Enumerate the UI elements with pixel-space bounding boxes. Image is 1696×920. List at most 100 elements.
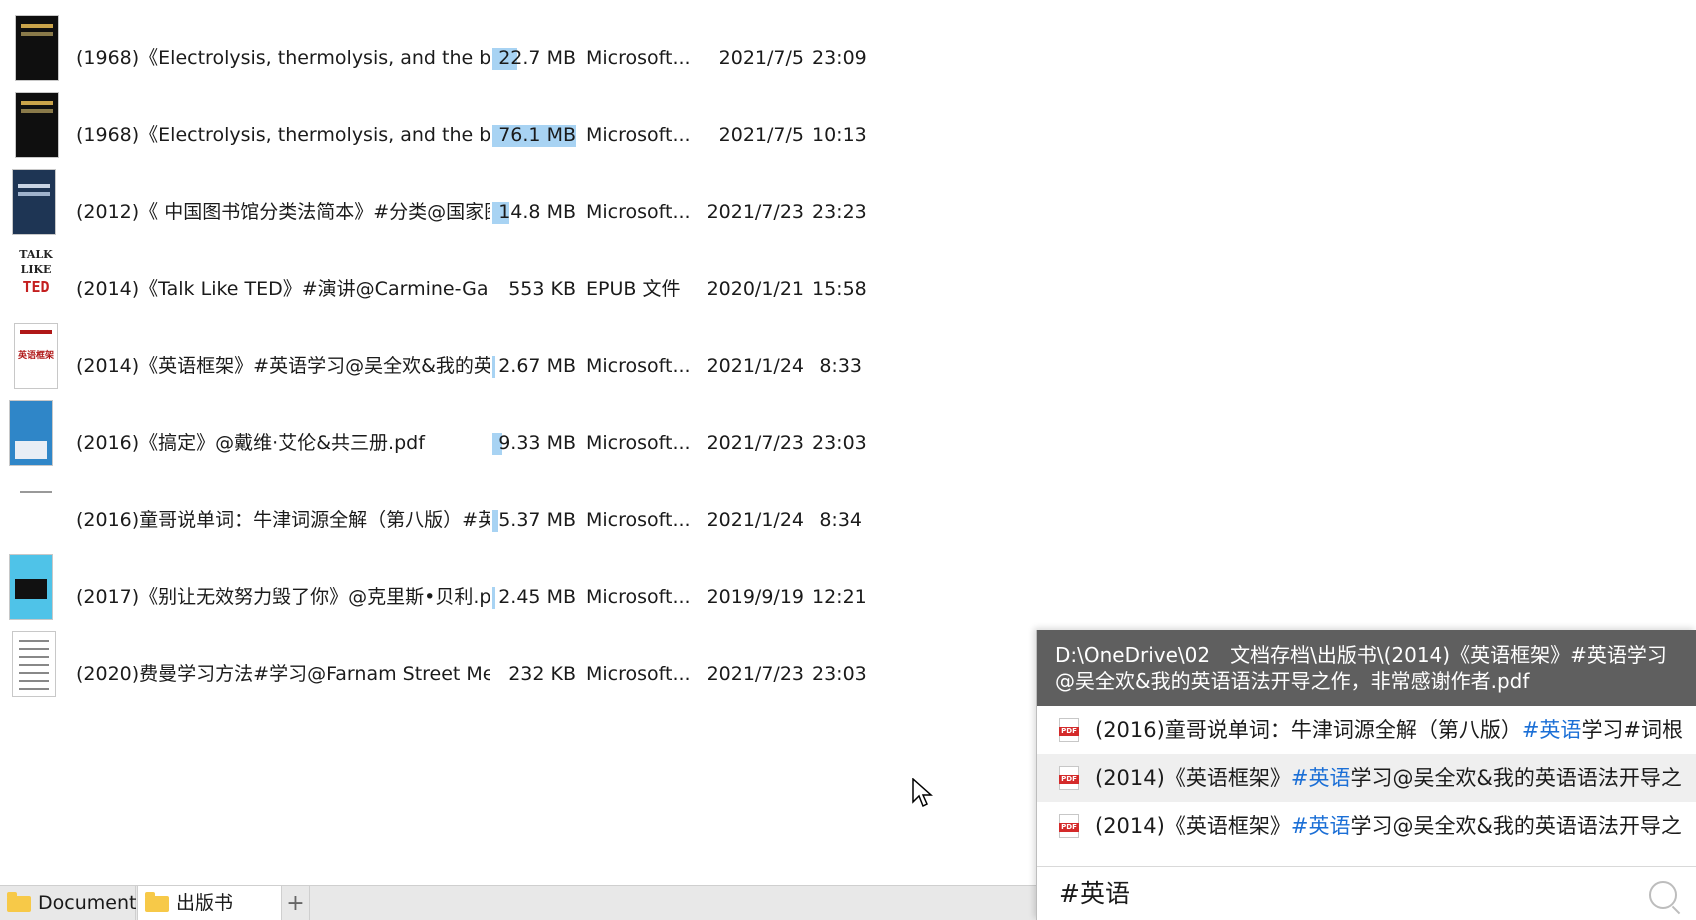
file-type: Microsoft... [586,355,691,377]
file-size: 2.45 MB [498,586,576,608]
add-tab-button[interactable]: + [282,886,310,920]
path-tooltip: D:\OneDrive\02 文档存档\出版书\(2014)《英语框架》#英语学… [1037,630,1696,706]
file-time: 8:34 [819,509,862,531]
file-size: 22.7 MB [498,47,576,69]
file-type: EPUB 文件 [586,278,681,300]
file-type: Microsoft... [586,586,691,608]
mouse-cursor-icon [912,778,933,808]
thumb-decoration [19,648,49,650]
file-date: 2021/7/5 [718,124,804,146]
file-time: 23:03 [812,432,867,454]
file-date: 2020/1/21 [706,278,804,300]
file-name: (2014)《Talk Like TED》#演讲@Carmine-Gallo..… [76,278,490,300]
pdf-icon [1059,814,1079,838]
search-result-item[interactable]: (2016)童哥说单词：牛津词源全解（第八版）#英语学习#词根 [1037,706,1696,754]
file-thumbnail [12,631,56,697]
file-thumbnail: 英语框架 [14,323,58,389]
search-popup: D:\OneDrive\02 文档存档\出版书\(2014)《英语框架》#英语学… [1036,630,1696,920]
tab-label: 出版书 [176,892,234,914]
file-name: (2012)《 中国图书馆分类法简本》#分类@国家图... [76,201,490,223]
file-type: Microsoft... [586,124,691,146]
search-result-item[interactable]: (2014)《英语框架》#英语学习@吴全欢&我的英语语法开导之 [1037,754,1696,802]
thumb-decoration [18,184,50,188]
thumb-decoration [20,491,52,493]
file-time: 8:33 [819,355,862,377]
file-row[interactable]: (1968)《Electrolysis, thermolysis, and th… [0,87,900,164]
file-name: (1968)《Electrolysis, thermolysis, and th… [76,124,490,146]
thumb-decoration [21,32,53,36]
thumb-title-text: LIKE [20,263,52,276]
thumb-decoration [19,688,49,690]
thumb-title-text: TED [22,278,50,296]
file-thumbnail [15,15,59,81]
file-name: (2014)《英语框架》#英语学习@吴全欢&我的英... [76,355,490,377]
thumb-decoration [19,664,49,666]
pdf-icon [1059,718,1079,742]
tab-strip: Documents 出版书 + [0,885,1036,920]
thumb-decoration [19,640,49,642]
thumb-decoration [21,24,53,28]
file-row[interactable]: (2017)《别让无效努力毁了你》@克里斯•贝利.pdf 2.45 MB Micro… [0,549,900,626]
file-type: Microsoft... [586,663,691,685]
search-input[interactable]: #英语 [1037,866,1696,920]
file-thumbnail [14,477,58,543]
result-match: #英语 [1521,718,1582,742]
file-date: 2021/7/23 [706,432,804,454]
folder-icon [7,892,31,912]
search-query: #英语 [1059,879,1130,908]
pdf-icon [1059,766,1079,790]
file-row[interactable]: (2012)《 中国图书馆分类法简本》#分类@国家图... 14.8 MB Micr… [0,164,900,241]
file-size: 5.37 MB [498,509,576,531]
path-line: D:\OneDrive\02 文档存档\出版书\(2014)《英语框架》#英语学… [1055,643,1667,667]
result-text: 学习@吴全欢&我的英语语法开导之 [1350,766,1682,790]
search-result-item[interactable]: (2014)《英语框架》#英语学习@吴全欢&我的英语语法开导之 [1037,802,1696,850]
result-match: #英语 [1290,766,1351,790]
thumb-title-text: 英语框架 [17,351,54,361]
file-name: (2017)《别让无效努力毁了你》@克里斯•贝利.pdf [76,586,490,608]
file-time: 23:23 [812,201,867,223]
file-time: 23:03 [812,663,867,685]
thumb-decoration [19,680,49,682]
thumb-title-text: TALK [19,248,53,261]
file-size: 14.8 MB [498,201,576,223]
file-row[interactable]: TALK LIKE TED (2014)《Talk Like TED》#演讲@Carm… [0,241,900,318]
thumb-decoration [19,656,49,658]
thumb-decoration [21,101,53,105]
file-thumbnail [15,92,59,158]
thumb-decoration [21,109,53,113]
file-size: 553 KB [508,278,576,300]
result-text: 学习@吴全欢&我的英语语法开导之 [1350,814,1682,838]
result-match: #英语 [1290,814,1351,838]
file-row[interactable]: (2016)童哥说单词：牛津词源全解（第八版）#英... 5.37 MB Micro… [0,472,900,549]
file-thumbnail [12,169,56,235]
file-row[interactable]: (2020)费曼学习方法#学习@Farnam Street Medi... 232… [0,626,900,703]
file-date: 2021/7/5 [718,47,804,69]
file-date: 2021/1/24 [706,509,804,531]
file-thumbnail: TALK LIKE TED [14,246,58,312]
result-text: (2014)《英语框架》 [1095,766,1291,790]
file-name: (1968)《Electrolysis, thermolysis, and th… [76,47,490,69]
result-text: 学习#词根 [1581,718,1684,742]
file-row[interactable]: (2016)《搞定》@戴维·艾伦&共三册.pdf 9.33 MB Microsoft… [0,395,900,472]
result-text: (2016)童哥说单词：牛津词源全解（第八版） [1095,718,1522,742]
folder-icon [145,892,169,912]
file-date: 2021/7/23 [706,663,804,685]
thumb-decoration [19,672,49,674]
file-size: 9.33 MB [498,432,576,454]
tab-publish[interactable]: 出版书 [137,886,282,920]
file-size: 2.67 MB [498,355,576,377]
file-name: (2016)童哥说单词：牛津词源全解（第八版）#英... [76,509,490,531]
tab-documents[interactable]: Documents [0,886,146,920]
result-text: (2014)《英语框架》 [1095,814,1291,838]
thumb-decoration [20,330,52,334]
file-time: 23:09 [812,47,867,69]
thumb-decoration [18,192,50,196]
file-date: 2021/7/23 [706,201,804,223]
file-row[interactable]: 英语框架 (2014)《英语框架》#英语学习@吴全欢&我的英... 2.67 MB M… [0,318,900,395]
file-list: (1968)《Electrolysis, thermolysis, and th… [0,0,900,700]
search-icon[interactable] [1649,881,1677,909]
file-type: Microsoft... [586,432,691,454]
file-type: Microsoft... [586,201,691,223]
file-time: 12:21 [812,586,867,608]
file-row[interactable]: (1968)《Electrolysis, thermolysis, and th… [0,10,900,87]
